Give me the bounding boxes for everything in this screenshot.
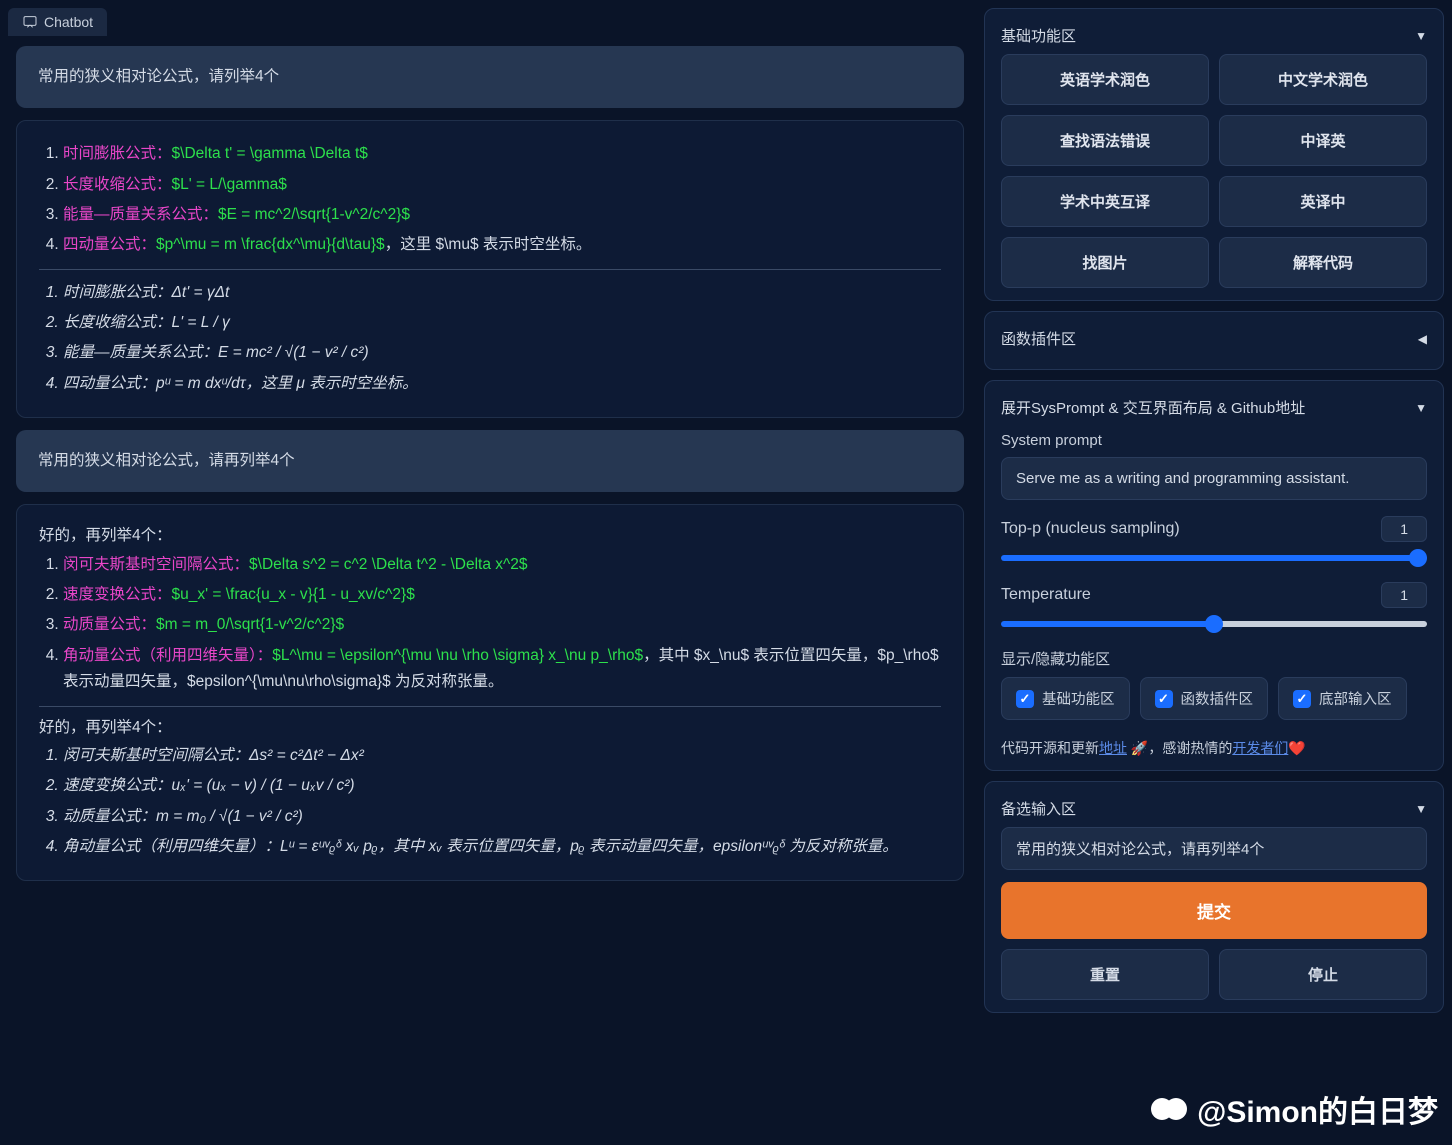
devs-link[interactable]: 开发者们	[1232, 740, 1288, 756]
alt-input-field[interactable]	[1001, 827, 1427, 870]
chevron-down-icon: ▼	[1415, 29, 1427, 43]
btn-find-image[interactable]: 找图片	[1001, 237, 1209, 288]
formula-raw-list-2: 闵可夫斯基时空间隔公式：$\Delta s^2 = c^2 \Delta t^2…	[39, 550, 941, 698]
basic-functions-panel: 基础功能区 ▼ 英语学术润色 中文学术润色 查找语法错误 中译英 学术中英互译 …	[984, 8, 1444, 301]
alt-input-panel: 备选输入区 ▼ 提交 重置 停止	[984, 781, 1444, 1013]
footer-text: 代码开源和更新地址 🚀，感谢热情的开发者们❤️	[1001, 738, 1427, 758]
checkbox-bottom-input[interactable]: ✓底部输入区	[1278, 677, 1407, 720]
formula-rendered-list-1: 时间膨胀公式：Δt' = γΔt 长度收缩公式：L' = L / γ 能量—质量…	[39, 278, 941, 399]
check-icon: ✓	[1016, 690, 1034, 708]
btn-grammar-check[interactable]: 查找语法错误	[1001, 115, 1209, 166]
btn-en-to-zh[interactable]: 英译中	[1219, 176, 1427, 227]
submit-button[interactable]: 提交	[1001, 882, 1427, 939]
temperature-slider[interactable]	[1001, 621, 1427, 627]
checkbox-basic[interactable]: ✓基础功能区	[1001, 677, 1130, 720]
chevron-left-icon: ◀	[1418, 332, 1427, 346]
btn-explain-code[interactable]: 解释代码	[1219, 237, 1427, 288]
settings-panel: 展开SysPrompt & 交互界面布局 & Github地址 ▼ System…	[984, 380, 1444, 771]
topp-label: Top-p (nucleus sampling)	[1001, 520, 1180, 538]
repo-link[interactable]: 地址	[1099, 740, 1127, 756]
tab-label: Chatbot	[44, 14, 93, 30]
settings-panel-header[interactable]: 展开SysPrompt & 交互界面布局 & Github地址 ▼	[1001, 393, 1427, 426]
temperature-label: Temperature	[1001, 586, 1091, 604]
checkbox-plugins[interactable]: ✓函数插件区	[1140, 677, 1269, 720]
chat-icon	[22, 14, 38, 30]
chevron-down-icon: ▼	[1415, 802, 1427, 816]
system-prompt-input[interactable]	[1001, 457, 1427, 500]
reset-button[interactable]: 重置	[1001, 949, 1209, 1000]
formula-raw-list-1: 时间膨胀公式：$\Delta t' = \gamma \Delta t$ 长度收…	[39, 139, 941, 260]
user-message-2: 常用的狭义相对论公式，请再列举4个	[16, 430, 964, 492]
chevron-down-icon: ▼	[1415, 401, 1427, 415]
user-message-1: 常用的狭义相对论公式，请列举4个	[16, 46, 964, 108]
alt-input-header[interactable]: 备选输入区 ▼	[1001, 794, 1427, 827]
stop-button[interactable]: 停止	[1219, 949, 1427, 1000]
plugins-panel-header[interactable]: 函数插件区 ◀	[1001, 324, 1427, 357]
temperature-value: 1	[1381, 582, 1427, 608]
topp-slider[interactable]	[1001, 555, 1427, 561]
plugins-panel: 函数插件区 ◀	[984, 311, 1444, 370]
btn-zh-to-en[interactable]: 中译英	[1219, 115, 1427, 166]
btn-english-polish[interactable]: 英语学术润色	[1001, 54, 1209, 105]
show-hide-label: 显示/隐藏功能区	[1001, 648, 1427, 669]
btn-chinese-polish[interactable]: 中文学术润色	[1219, 54, 1427, 105]
tab-chatbot[interactable]: Chatbot	[8, 8, 107, 36]
assistant-message-1: 时间膨胀公式：$\Delta t' = \gamma \Delta t$ 长度收…	[16, 120, 964, 418]
basic-panel-header[interactable]: 基础功能区 ▼	[1001, 21, 1427, 54]
btn-academic-translate[interactable]: 学术中英互译	[1001, 176, 1209, 227]
formula-rendered-list-2: 闵可夫斯基时空间隔公式：Δs² = c²Δt² − Δx² 速度变换公式：uₓ'…	[39, 741, 941, 862]
topp-value: 1	[1381, 516, 1427, 542]
check-icon: ✓	[1293, 690, 1311, 708]
system-prompt-label: System prompt	[1001, 432, 1427, 449]
assistant-message-2: 好的，再列举4个： 闵可夫斯基时空间隔公式：$\Delta s^2 = c^2 …	[16, 504, 964, 881]
check-icon: ✓	[1155, 690, 1173, 708]
